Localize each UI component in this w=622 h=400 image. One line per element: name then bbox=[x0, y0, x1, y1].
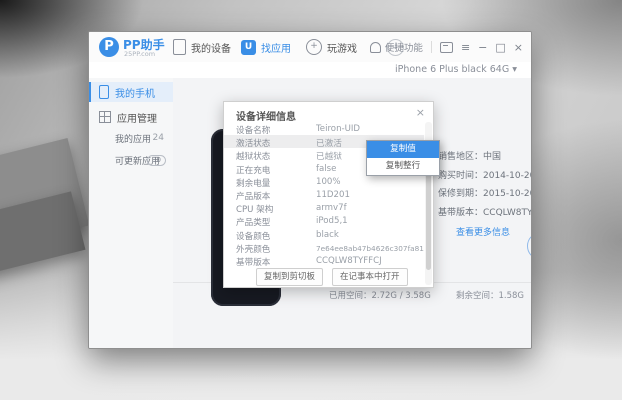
nav-play-games[interactable]: + 玩游戏 bbox=[306, 32, 357, 62]
feedback-icon[interactable] bbox=[439, 41, 453, 53]
info-purchase-date: 购买时间：2014-10-20 bbox=[438, 171, 532, 181]
view-more-link[interactable]: 查看更多信息 bbox=[456, 225, 510, 238]
minimize-button[interactable]: − bbox=[478, 42, 487, 53]
device-icon bbox=[173, 39, 186, 55]
titlebar: P PP助手 25PP.com 我的设备 U 找应用 + 玩游戏 ↓ 便捷功能 … bbox=[89, 32, 531, 63]
nav-find-apps[interactable]: U 找应用 bbox=[241, 32, 291, 62]
device-detail-dialog: 设备详细信息 × 设备名称 Teiron-UID 激活状态 已激活 越狱状态 已… bbox=[223, 101, 434, 288]
menu-icon[interactable]: ≡ bbox=[461, 42, 470, 53]
context-menu-copy-row[interactable]: 复制整行 bbox=[367, 158, 439, 175]
brand-domain: 25PP.com bbox=[124, 50, 156, 58]
titlebar-right: 便捷功能 ≡ − □ × bbox=[369, 32, 523, 62]
row-value: false bbox=[316, 163, 337, 174]
detail-row[interactable]: 产品类型 iPod5,1 bbox=[224, 214, 424, 229]
usb-disk-label: U盘 bbox=[520, 262, 531, 274]
maximize-button[interactable]: □ bbox=[495, 42, 505, 53]
detail-row[interactable]: 剩余电量 100% bbox=[224, 175, 424, 189]
detail-row[interactable]: 基带版本 CCQLW8TYFFCJ bbox=[224, 254, 424, 268]
open-in-notepad-button[interactable]: 在记事本中打开 bbox=[332, 268, 408, 286]
detail-row[interactable]: 设备名称 Teiron-UID bbox=[224, 122, 424, 136]
dialog-title: 设备详细信息 bbox=[236, 112, 296, 123]
sidebar-item-my-apps[interactable]: 我的应用 bbox=[115, 131, 151, 145]
row-value: 11D201 bbox=[316, 190, 350, 200]
detail-row[interactable]: CPU 架构 armv7f bbox=[224, 201, 424, 216]
quick-features-button[interactable]: 便捷功能 bbox=[369, 40, 423, 54]
grid-icon bbox=[99, 111, 111, 123]
nav-play-games-label: 玩游戏 bbox=[327, 43, 357, 55]
nav-find-apps-label: 找应用 bbox=[261, 43, 291, 55]
row-value: iPod5,1 bbox=[316, 216, 348, 227]
row-label: CPU 架构 bbox=[236, 205, 274, 216]
row-label: 基带版本 bbox=[236, 258, 271, 268]
desktop: P PP助手 25PP.com 我的设备 U 找应用 + 玩游戏 ↓ 便捷功能 … bbox=[0, 0, 622, 400]
sidebar-item-my-apps-label: 我的应用 bbox=[115, 134, 152, 145]
sidebar-item-my-phone-label: 我的手机 bbox=[115, 88, 155, 100]
device-selector-label: iPhone 6 Plus black 64G bbox=[394, 64, 510, 75]
updatable-apps-badge: 30 bbox=[147, 155, 166, 166]
row-label: 产品版本 bbox=[236, 192, 271, 202]
row-label: 外壳颜色 bbox=[236, 244, 271, 255]
quick-features-icon bbox=[369, 41, 381, 53]
context-menu: 复制值 复制整行 bbox=[366, 140, 440, 176]
copy-to-clipboard-button[interactable]: 复制到剪切板 bbox=[256, 268, 324, 286]
row-label: 剩余电量 bbox=[236, 178, 271, 189]
close-button[interactable]: × bbox=[514, 42, 523, 53]
row-value: 7e64ee8ab47b4626c307fa81043da4b8974f44d5 bbox=[316, 243, 424, 253]
gamepad-icon: + bbox=[306, 39, 322, 55]
phone-icon bbox=[99, 85, 109, 99]
detail-row[interactable]: 设备颜色 black bbox=[224, 228, 424, 242]
row-label: 越狱状态 bbox=[236, 152, 271, 163]
dialog-close-icon[interactable]: × bbox=[416, 106, 425, 119]
sidebar-item-app-manage-label: 应用管理 bbox=[117, 113, 157, 125]
device-band: iPhone 6 Plus black 64G ▾ bbox=[89, 62, 531, 79]
row-value: 已激活 bbox=[316, 139, 342, 150]
titlebar-separator bbox=[430, 41, 432, 53]
sidebar: 我的手机 应用管理 我的应用 24 可更新应用 30 bbox=[89, 78, 174, 348]
free-space-text: 剩余空间：1.58G bbox=[456, 291, 525, 301]
row-value: Teiron-UID bbox=[316, 124, 361, 134]
used-space-text: 已用空间：2.72G / 3.58G bbox=[329, 291, 431, 301]
device-selector[interactable]: iPhone 6 Plus black 64G ▾ bbox=[395, 64, 517, 75]
row-label: 设备颜色 bbox=[236, 231, 271, 242]
info-baseband: 基带版本：CCQLW8TYFFCJ bbox=[438, 208, 532, 218]
row-label: 产品类型 bbox=[236, 218, 271, 229]
quick-features-label: 便捷功能 bbox=[384, 43, 423, 54]
sidebar-item-my-phone[interactable]: 我的手机 bbox=[89, 82, 173, 102]
pp-logo-icon: P bbox=[99, 37, 119, 57]
row-value: CCQLW8TYFFCJ bbox=[316, 256, 382, 266]
dialog-scrollbar-thumb[interactable] bbox=[426, 160, 431, 270]
row-label: 正在充电 bbox=[236, 165, 271, 176]
app-window: P PP助手 25PP.com 我的设备 U 找应用 + 玩游戏 ↓ 便捷功能 … bbox=[88, 31, 532, 349]
apps-icon: U bbox=[241, 39, 256, 55]
nav-my-devices-label: 我的设备 bbox=[191, 43, 231, 55]
row-value: 已越狱 bbox=[316, 152, 342, 163]
detail-row[interactable]: 产品版本 11D201 bbox=[224, 188, 424, 202]
row-value: 100% bbox=[316, 176, 341, 187]
detail-row[interactable]: 外壳颜色 7e64ee8ab47b4626c307fa81043da4b8974… bbox=[224, 241, 424, 255]
row-value: black bbox=[316, 229, 339, 240]
info-warranty-date: 保修到期：2015-10-20 bbox=[438, 189, 532, 199]
chevron-down-icon: ▾ bbox=[512, 64, 517, 75]
sidebar-item-app-manage[interactable]: 应用管理 bbox=[89, 107, 173, 127]
row-label: 设备名称 bbox=[236, 126, 271, 136]
row-label: 激活状态 bbox=[236, 139, 271, 150]
nav-my-devices[interactable]: 我的设备 bbox=[173, 32, 231, 62]
info-sales-region: 销售地区：中国 bbox=[438, 152, 502, 162]
row-value: armv7f bbox=[316, 203, 347, 214]
usb-disk-button[interactable] bbox=[527, 232, 531, 260]
my-apps-count: 24 bbox=[152, 133, 164, 143]
context-menu-copy-value[interactable]: 复制值 bbox=[367, 141, 439, 158]
